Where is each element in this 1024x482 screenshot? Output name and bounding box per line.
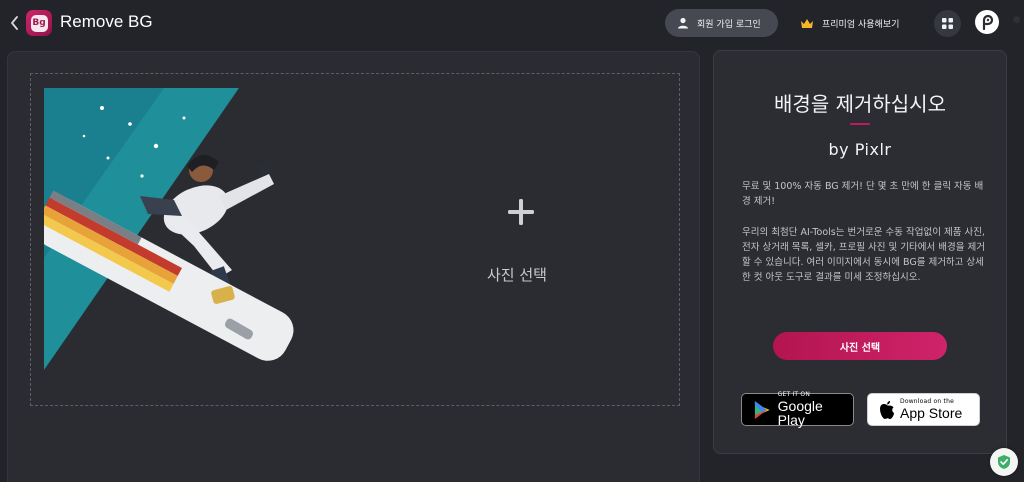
app-store-button[interactable]: Download on the App Store xyxy=(867,393,980,426)
upload-panel: 사진 선택 xyxy=(7,51,700,482)
byline: by Pixlr xyxy=(828,140,892,159)
premium-label: 프리미엄 사용해보기 xyxy=(822,19,900,30)
google-play-button[interactable]: GET IT ON Google Play xyxy=(741,392,854,428)
sample-preview-image xyxy=(44,88,296,370)
crown-icon xyxy=(801,18,813,28)
headline: 배경을 제거하십시오 xyxy=(774,92,946,116)
user-icon xyxy=(678,17,688,29)
select-photo-label[interactable]: 사진 선택 xyxy=(487,264,547,285)
headline-underline xyxy=(850,123,870,125)
select-photo-button[interactable]: 사진 선택 xyxy=(773,332,947,360)
description-secondary: 우리의 최첨단 AI-Tools는 번거로운 수동 작업없이 제품 사진, 전자… xyxy=(742,227,985,283)
info-panel: 배경을 제거하십시오 by Pixlr 무료 및 100% 자동 BG 제거! … xyxy=(713,50,1007,454)
google-play-big-text: Google Play xyxy=(777,398,823,428)
plus-icon xyxy=(506,197,536,227)
scrollbar-indicator xyxy=(1013,16,1020,23)
chevron-left-icon[interactable] xyxy=(8,13,22,33)
description-primary: 무료 및 100% 자동 BG 제거! 단 몇 초 만에 한 클릭 자동 배경 … xyxy=(742,181,984,207)
grid-icon[interactable] xyxy=(934,10,961,37)
app-store-big-text: App Store xyxy=(900,405,963,421)
app-logo: Bg xyxy=(26,10,52,36)
shield-icon[interactable] xyxy=(990,448,1018,476)
signup-login-button[interactable]: 회원 가입 로그인 xyxy=(665,9,778,37)
google-play-icon xyxy=(754,400,770,419)
app-title: Remove BG xyxy=(60,12,153,31)
premium-button[interactable]: 프리미엄 사용해보기 xyxy=(800,14,899,32)
image-drop-zone[interactable]: 사진 선택 xyxy=(30,73,680,406)
signup-login-label: 회원 가입 로그인 xyxy=(697,19,761,30)
pixlr-icon[interactable] xyxy=(975,10,999,34)
app-logo-text: Bg xyxy=(30,14,48,32)
top-bar: Bg Remove BG 회원 가입 로그인 프리미엄 사용해보기 xyxy=(0,0,1024,46)
apple-icon xyxy=(880,400,894,419)
